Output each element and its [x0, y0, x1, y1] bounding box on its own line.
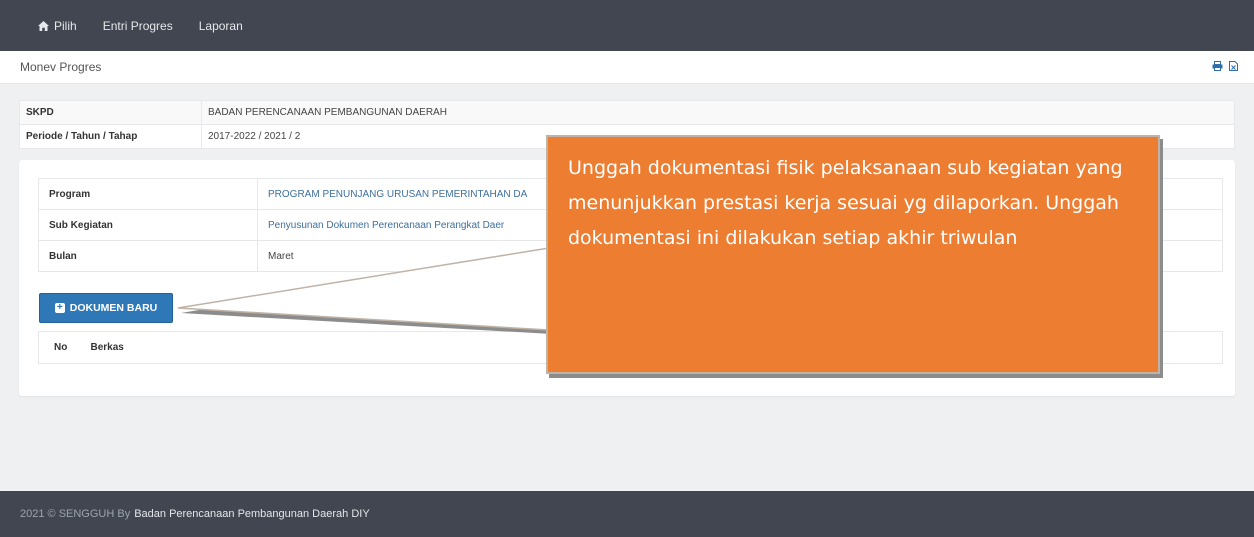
home-icon [38, 20, 49, 31]
nav-item-label: Pilih [54, 18, 77, 33]
column-header-no: No [38, 331, 79, 364]
nav-item-laporan[interactable]: Laporan [199, 19, 243, 33]
nav-item-pilih[interactable]: Pilih [38, 19, 77, 33]
new-document-button-label: DOKUMEN BARU [69, 302, 158, 314]
footer-credit: Badan Perencanaan Pembangunan Daerah DIY [134, 508, 370, 520]
plus-icon: + [54, 303, 65, 313]
instruction-callout: Unggah dokumentasi fisik pelaksanaan sub… [546, 135, 1160, 374]
info-label: SKPD [19, 100, 202, 125]
detail-label: Bulan [38, 240, 258, 272]
nav-item-entri-progres[interactable]: Entri Progres [103, 19, 173, 33]
nav-item-label: Entri Progres [102, 18, 173, 33]
export-file-icon[interactable] [1229, 61, 1238, 71]
new-document-button[interactable]: + DOKUMEN BARU [39, 293, 173, 323]
print-icon[interactable] [1212, 61, 1223, 71]
footer: 2021 © SENGGUH By Badan Perencanaan Pemb… [0, 491, 1254, 537]
detail-label: Sub Kegiatan [38, 209, 258, 241]
page-header: Monev Progres [0, 51, 1254, 84]
top-navbar: Pilih Entri Progres Laporan [0, 0, 1254, 51]
callout-text: Unggah dokumentasi fisik pelaksanaan sub… [568, 157, 1123, 249]
page-title: Monev Progres [20, 60, 102, 74]
table-row: SKPD BADAN PERENCANAAN PEMBANGUNAN DAERA… [19, 100, 1235, 125]
nav-item-label: Laporan [198, 18, 243, 33]
footer-copyright: 2021 © SENGGUH By [20, 508, 131, 520]
info-label: Periode / Tahun / Tahap [19, 124, 202, 149]
header-actions [1212, 61, 1238, 71]
detail-label: Program [38, 178, 258, 210]
info-value: BADAN PERENCANAAN PEMBANGUNAN DAERAH [201, 100, 1235, 125]
